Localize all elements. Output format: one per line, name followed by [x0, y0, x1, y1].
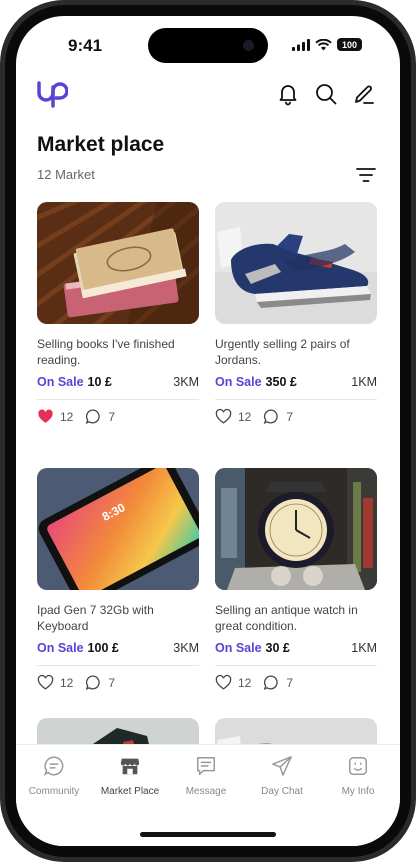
bell-icon[interactable]: [276, 82, 300, 106]
home-indicator[interactable]: [140, 832, 276, 837]
item-distance: 3KM: [173, 641, 199, 655]
tab-my-info[interactable]: My Info: [320, 755, 396, 797]
comment-icon[interactable]: [263, 408, 280, 425]
screen: 9:41 100 Market place 12 Market Selling …: [16, 16, 400, 846]
item-meta: 12 7: [215, 408, 293, 425]
item-price: 10 £: [87, 375, 112, 389]
item-distance: 3KM: [173, 375, 199, 389]
sale-label: On Sale: [37, 375, 84, 389]
app-logo[interactable]: [36, 80, 69, 113]
comment-count: 7: [108, 409, 116, 424]
divider: [215, 665, 377, 666]
tab-label: My Info: [341, 786, 375, 797]
item-image-watch[interactable]: [215, 468, 377, 590]
message-icon: [197, 757, 215, 775]
tab-label: Day Chat: [261, 786, 303, 797]
comment-count: 7: [286, 409, 294, 424]
item-description: Selling an antique watch in great condit…: [215, 603, 358, 633]
status-bar: 9:41 100: [16, 16, 400, 70]
like-count: 12: [238, 409, 252, 424]
price-row: On Sale 350 £ 1KM: [215, 375, 377, 389]
dynamic-island: [148, 28, 268, 63]
item-description: Selling books I've finished reading.: [37, 337, 175, 367]
comment-count: 7: [108, 675, 116, 690]
volume-button: [0, 190, 3, 250]
heart-icon[interactable]: [37, 674, 54, 691]
item-description: Urgently selling 2 pairs of Jordans.: [215, 337, 350, 367]
comment-icon[interactable]: [85, 674, 102, 691]
battery-icon: 100: [337, 38, 362, 51]
camera-icon: [243, 40, 254, 51]
item-price: 100 £: [87, 641, 119, 655]
divider: [215, 399, 377, 400]
like-count: 12: [238, 675, 252, 690]
sale-label: On Sale: [215, 375, 262, 389]
market-item[interactable]: 8:30 Ipad Gen 7 32Gb with Keyboard On Sa…: [37, 468, 199, 691]
divider: [37, 399, 199, 400]
tab-message[interactable]: Message: [168, 755, 244, 797]
status-time: 9:41: [68, 36, 103, 55]
divider: [37, 665, 199, 666]
tab-label: Market Place: [100, 786, 160, 797]
comment-icon[interactable]: [85, 408, 102, 425]
price-row: On Sale 100 £ 3KM: [37, 641, 199, 655]
price-row: On Sale 30 £ 1KM: [215, 641, 377, 655]
heart-filled-icon[interactable]: [37, 408, 54, 425]
sale-label: On Sale: [37, 641, 84, 655]
price-row: On Sale 10 £ 3KM: [37, 375, 199, 389]
item-image-jordans[interactable]: [215, 202, 377, 324]
item-distance: 1KM: [351, 641, 377, 655]
page-title: Market place: [37, 133, 165, 156]
heart-icon[interactable]: [215, 674, 232, 691]
item-image-ipad[interactable]: 8:30: [37, 468, 199, 590]
like-count: 12: [60, 409, 74, 424]
market-item[interactable]: Selling books I've finished reading. On …: [37, 202, 199, 425]
tab-market-place[interactable]: Market Place: [92, 755, 168, 797]
item-price: 350 £: [265, 375, 297, 389]
signal-icon: [292, 38, 310, 51]
tab-day-chat[interactable]: Day Chat: [244, 755, 320, 797]
comment-icon[interactable]: [263, 674, 280, 691]
item-price: 30 £: [265, 641, 290, 655]
bottom-tab-bar: Community Market Place Message Day Chat: [16, 744, 400, 846]
like-count: 12: [60, 675, 74, 690]
comment-count: 7: [286, 675, 294, 690]
status-icons: 100: [292, 38, 362, 51]
tab-label: Message: [185, 786, 227, 797]
item-distance: 1KM: [351, 375, 377, 389]
tab-community[interactable]: Community: [16, 755, 92, 797]
edit-icon[interactable]: [352, 82, 376, 106]
store-icon: [120, 758, 140, 775]
item-meta: 12 7: [37, 674, 115, 691]
header-actions: [276, 82, 376, 106]
profile-icon: [349, 757, 367, 775]
heart-icon[interactable]: [215, 408, 232, 425]
item-meta: 12 7: [215, 674, 293, 691]
send-icon: [272, 756, 292, 776]
filter-icon[interactable]: [356, 166, 376, 184]
sale-label: On Sale: [215, 641, 262, 655]
chat-bubble-icon: [43, 756, 64, 777]
wifi-icon: [315, 38, 332, 50]
market-count: 12 Market: [37, 167, 95, 182]
search-icon[interactable]: [314, 82, 338, 106]
item-description: Ipad Gen 7 32Gb with Keyboard: [37, 603, 154, 633]
item-image-books[interactable]: [37, 202, 199, 324]
market-item[interactable]: Selling an antique watch in great condit…: [215, 468, 377, 691]
market-item[interactable]: Urgently selling 2 pairs of Jordans. On …: [215, 202, 377, 425]
tab-label: Community: [28, 786, 80, 797]
item-meta: 12 7: [37, 408, 115, 425]
